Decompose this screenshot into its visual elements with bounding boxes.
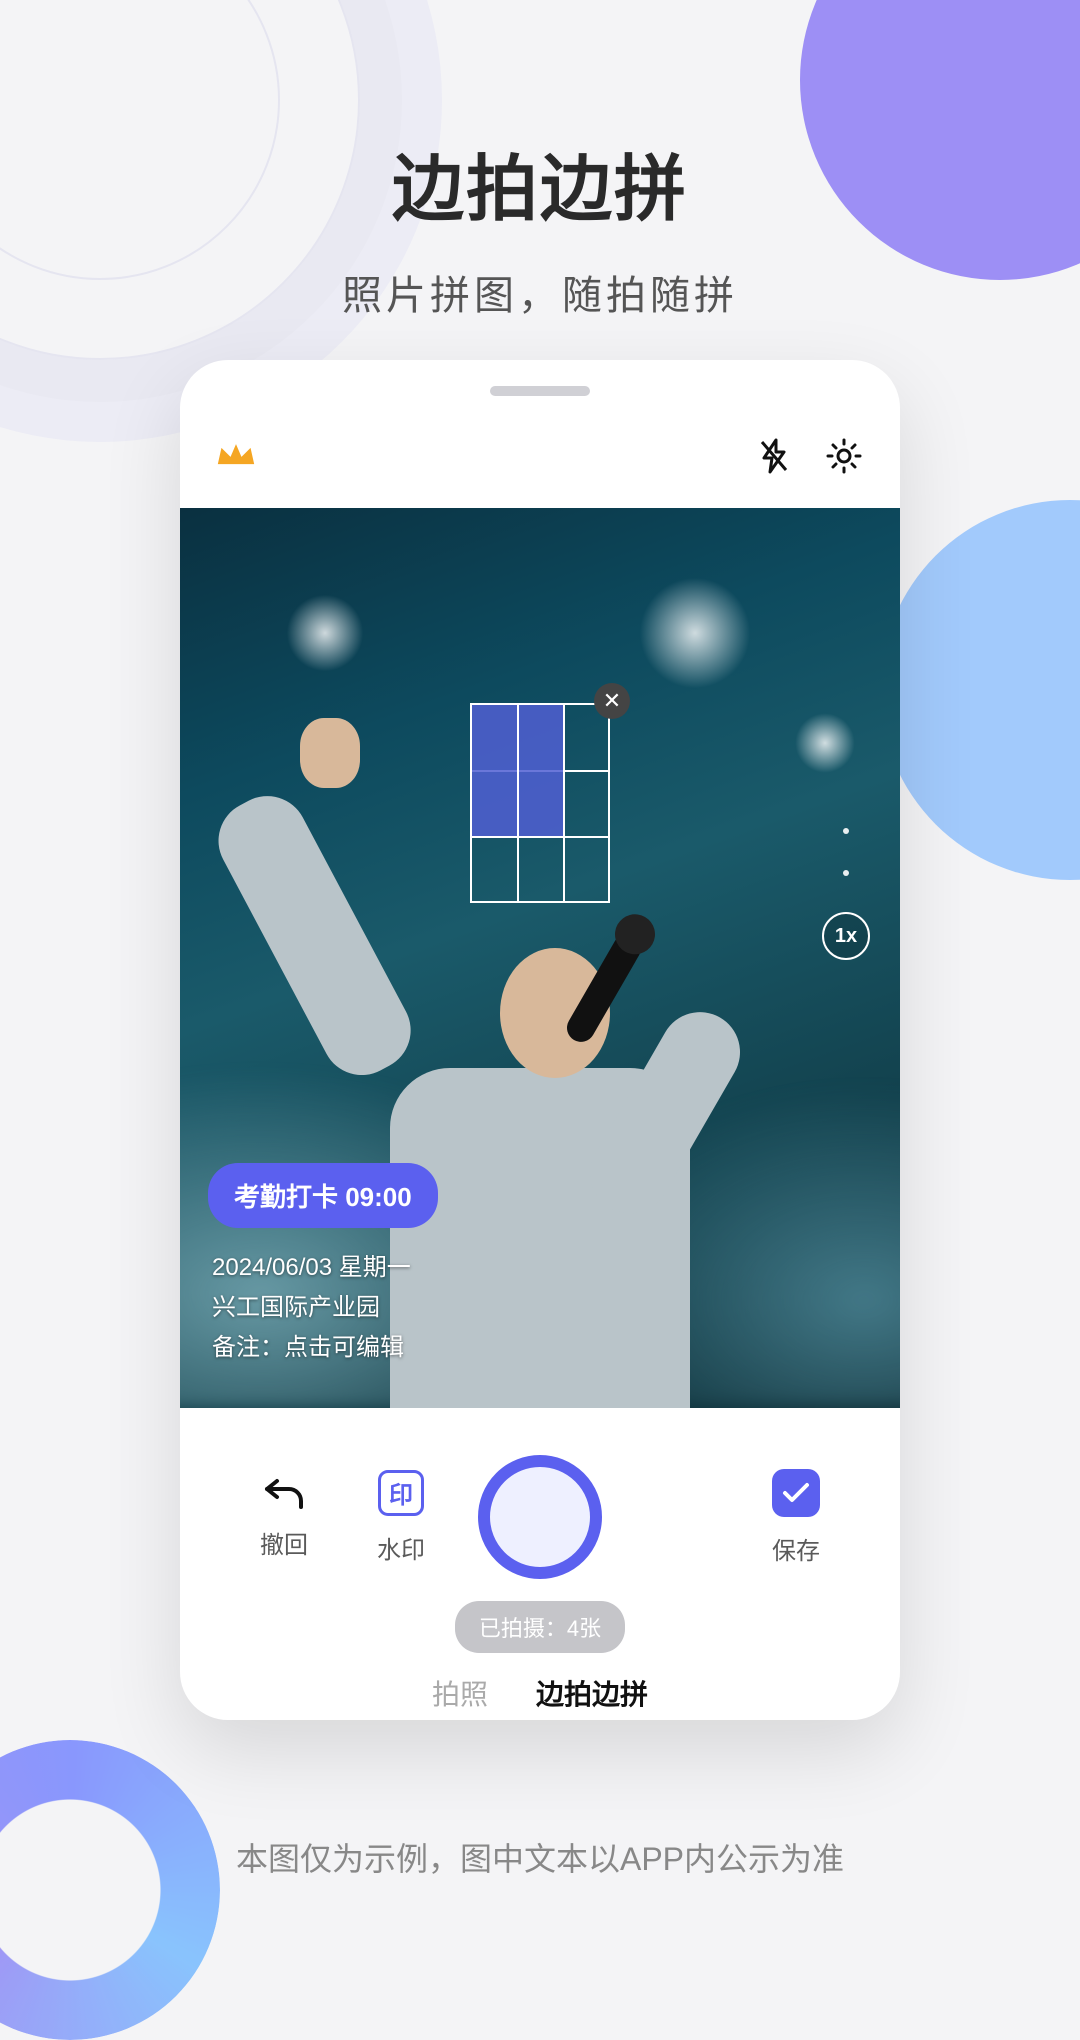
watermark-line-location: 兴工国际产业园: [212, 1288, 411, 1328]
watermark-label: 水印: [377, 1530, 425, 1565]
gear-icon[interactable]: [824, 436, 864, 476]
watermark-time-pill[interactable]: 考勤打卡 09:00: [208, 1163, 438, 1228]
page-subtitle: 照片拼图，随拍随拼: [0, 263, 1080, 321]
bg-decor-blob-blue: [880, 500, 1080, 880]
zoom-dot: [843, 828, 849, 834]
save-label: 保存: [772, 1531, 820, 1566]
collage-filled-cells: [472, 705, 563, 836]
check-icon: [772, 1469, 820, 1517]
close-icon[interactable]: ✕: [594, 683, 630, 719]
stamp-icon: 印: [378, 1470, 424, 1516]
camera-controls: 撤回 印 水印 保存 已拍摄：4张 拍照 边拍边拼: [180, 1415, 900, 1720]
undo-icon: [263, 1475, 305, 1511]
collage-grid-overlay[interactable]: ✕: [470, 703, 610, 903]
zoom-dot: [843, 870, 849, 876]
watermark-line-date: 2024/06/03 星期一: [212, 1248, 411, 1288]
tab-photo[interactable]: 拍照: [432, 1673, 488, 1713]
mode-tabs: 拍照 边拍边拼: [180, 1673, 900, 1713]
shot-count-chip: 已拍摄：4张: [455, 1601, 625, 1653]
zoom-control[interactable]: 1x: [822, 828, 870, 960]
bg-decor-ring: [0, 1740, 220, 2040]
watermark-button[interactable]: 印 水印: [361, 1470, 441, 1565]
undo-button[interactable]: 撤回: [244, 1475, 324, 1560]
shutter-button[interactable]: [478, 1455, 602, 1579]
watermark-text-block[interactable]: 2024/06/03 星期一 兴工国际产业园 备注：点击可编辑: [212, 1248, 411, 1368]
save-button[interactable]: 保存: [756, 1469, 836, 1566]
watermark-line-note: 备注：点击可编辑: [212, 1328, 411, 1368]
camera-viewfinder[interactable]: ✕ 1x 考勤打卡 09:00 2024/06/03 星期一 兴工国际产业园 备…: [180, 508, 900, 1408]
app-header: [180, 416, 900, 496]
phone-mockup: ✕ 1x 考勤打卡 09:00 2024/06/03 星期一 兴工国际产业园 备…: [180, 360, 900, 1720]
page-title: 边拍边拼: [0, 130, 1080, 235]
undo-label: 撤回: [260, 1525, 308, 1560]
tab-collage[interactable]: 边拍边拼: [536, 1673, 648, 1713]
disclaimer-text: 本图仅为示例，图中文本以APP内公示为准: [0, 1834, 1080, 1880]
zoom-level-badge[interactable]: 1x: [822, 912, 870, 960]
crown-icon[interactable]: [216, 436, 256, 476]
flash-off-icon[interactable]: [754, 436, 794, 476]
